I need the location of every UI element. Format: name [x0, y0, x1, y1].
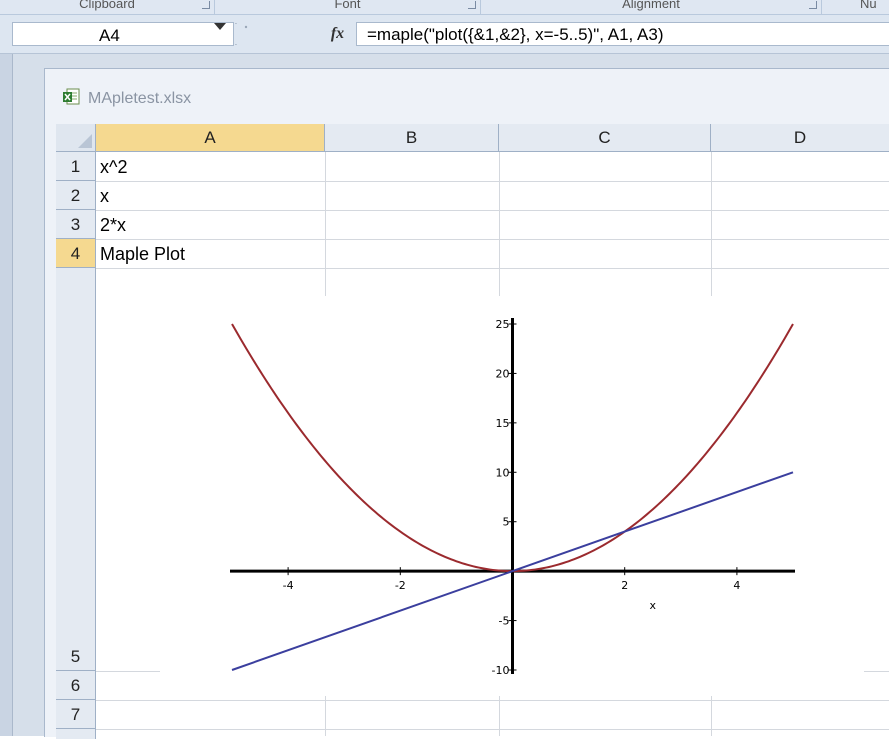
row-number: 3: [70, 215, 81, 234]
y-tick-label: 5: [503, 516, 510, 529]
row-number: 2: [70, 186, 81, 205]
fx-icon: fx: [330, 25, 345, 42]
name-box-value: A4: [99, 26, 120, 45]
ribbon-group-font: Font: [215, 0, 481, 14]
gridline: [96, 700, 889, 701]
row-number: 4: [70, 244, 81, 263]
ribbon-group-strip: Clipboard Font Alignment Nu: [0, 0, 889, 15]
gridline: [96, 181, 889, 182]
row-header-1[interactable]: 1: [56, 152, 96, 181]
y-tick-label: 15: [496, 417, 510, 430]
row-header-2[interactable]: 2: [56, 181, 96, 210]
formula-input[interactable]: =maple("plot({&1,&2}, x=-5..5)", A1, A3): [356, 22, 889, 46]
row-number: 1: [70, 157, 81, 176]
gridline: [96, 729, 889, 730]
column-header-a[interactable]: A: [96, 124, 325, 152]
row-header-6[interactable]: 6: [56, 671, 96, 700]
row-number: 5: [70, 647, 81, 666]
ribbon-group-clipboard: Clipboard: [0, 0, 215, 14]
insert-function-button[interactable]: fx: [320, 21, 355, 47]
x-tick-label: -2: [395, 579, 406, 592]
y-tick-label: 20: [496, 367, 510, 380]
excel-file-icon: [63, 88, 80, 105]
row-header-5[interactable]: 5: [56, 268, 96, 671]
ribbon-group-label: Alignment: [622, 0, 680, 11]
x-tick-label: -4: [283, 579, 294, 592]
ribbon-group-label: Font: [334, 0, 361, 11]
row-number: 7: [70, 705, 81, 724]
formula-bar-splitter[interactable]: [235, 23, 319, 45]
row-header-7[interactable]: 7: [56, 700, 96, 729]
cell-a1[interactable]: x^2: [100, 157, 127, 178]
cell-a2[interactable]: x: [100, 186, 109, 207]
ribbon-group-number: Nu: [822, 0, 889, 14]
y-tick-label: -5: [499, 615, 510, 628]
maple-plot[interactable]: -4 -2 2 4 -10 -5 5 10 15 20 25 x: [160, 296, 864, 696]
row-number: 6: [70, 676, 81, 695]
workbook-title: MApletest.xlsx: [88, 90, 192, 107]
formula-bar: A4 fx =maple("plot({&1,&2}, x=-5..5)", A…: [0, 15, 889, 54]
ribbon-group-label: Clipboard: [79, 0, 135, 11]
ribbon-group-alignment: Alignment: [481, 0, 822, 14]
column-header-b[interactable]: B: [325, 124, 499, 152]
y-tick-label: 10: [496, 466, 510, 479]
select-all-triangle-icon: [78, 134, 92, 148]
row-header-8[interactable]: [56, 729, 96, 739]
gridline: [96, 268, 889, 269]
formula-text: =maple("plot({&1,&2}, x=-5..5)", A1, A3): [367, 25, 664, 44]
row-header-4[interactable]: 4: [56, 239, 96, 268]
dialog-launcher-icon[interactable]: [202, 1, 210, 9]
gridline: [96, 239, 889, 240]
column-header-c[interactable]: C: [499, 124, 711, 152]
x-axis-label: x: [649, 599, 656, 612]
ribbon-group-label: Nu: [860, 0, 877, 11]
cell-a4[interactable]: Maple Plot: [100, 244, 185, 265]
gridline: [96, 210, 889, 211]
column-header-d[interactable]: D: [711, 124, 889, 152]
chevron-down-icon[interactable]: [214, 23, 226, 30]
dialog-launcher-icon[interactable]: [809, 1, 817, 9]
y-tick-label: -10: [492, 664, 510, 677]
dialog-launcher-icon[interactable]: [468, 1, 476, 9]
x-tick-label: 4: [733, 579, 740, 592]
cell-a3[interactable]: 2*x: [100, 215, 126, 236]
x-tick-label: 2: [621, 579, 628, 592]
y-tick-label: 25: [496, 318, 510, 331]
workspace-left-edge: [0, 54, 13, 736]
row-header-3[interactable]: 3: [56, 210, 96, 239]
name-box[interactable]: A4: [12, 22, 234, 46]
